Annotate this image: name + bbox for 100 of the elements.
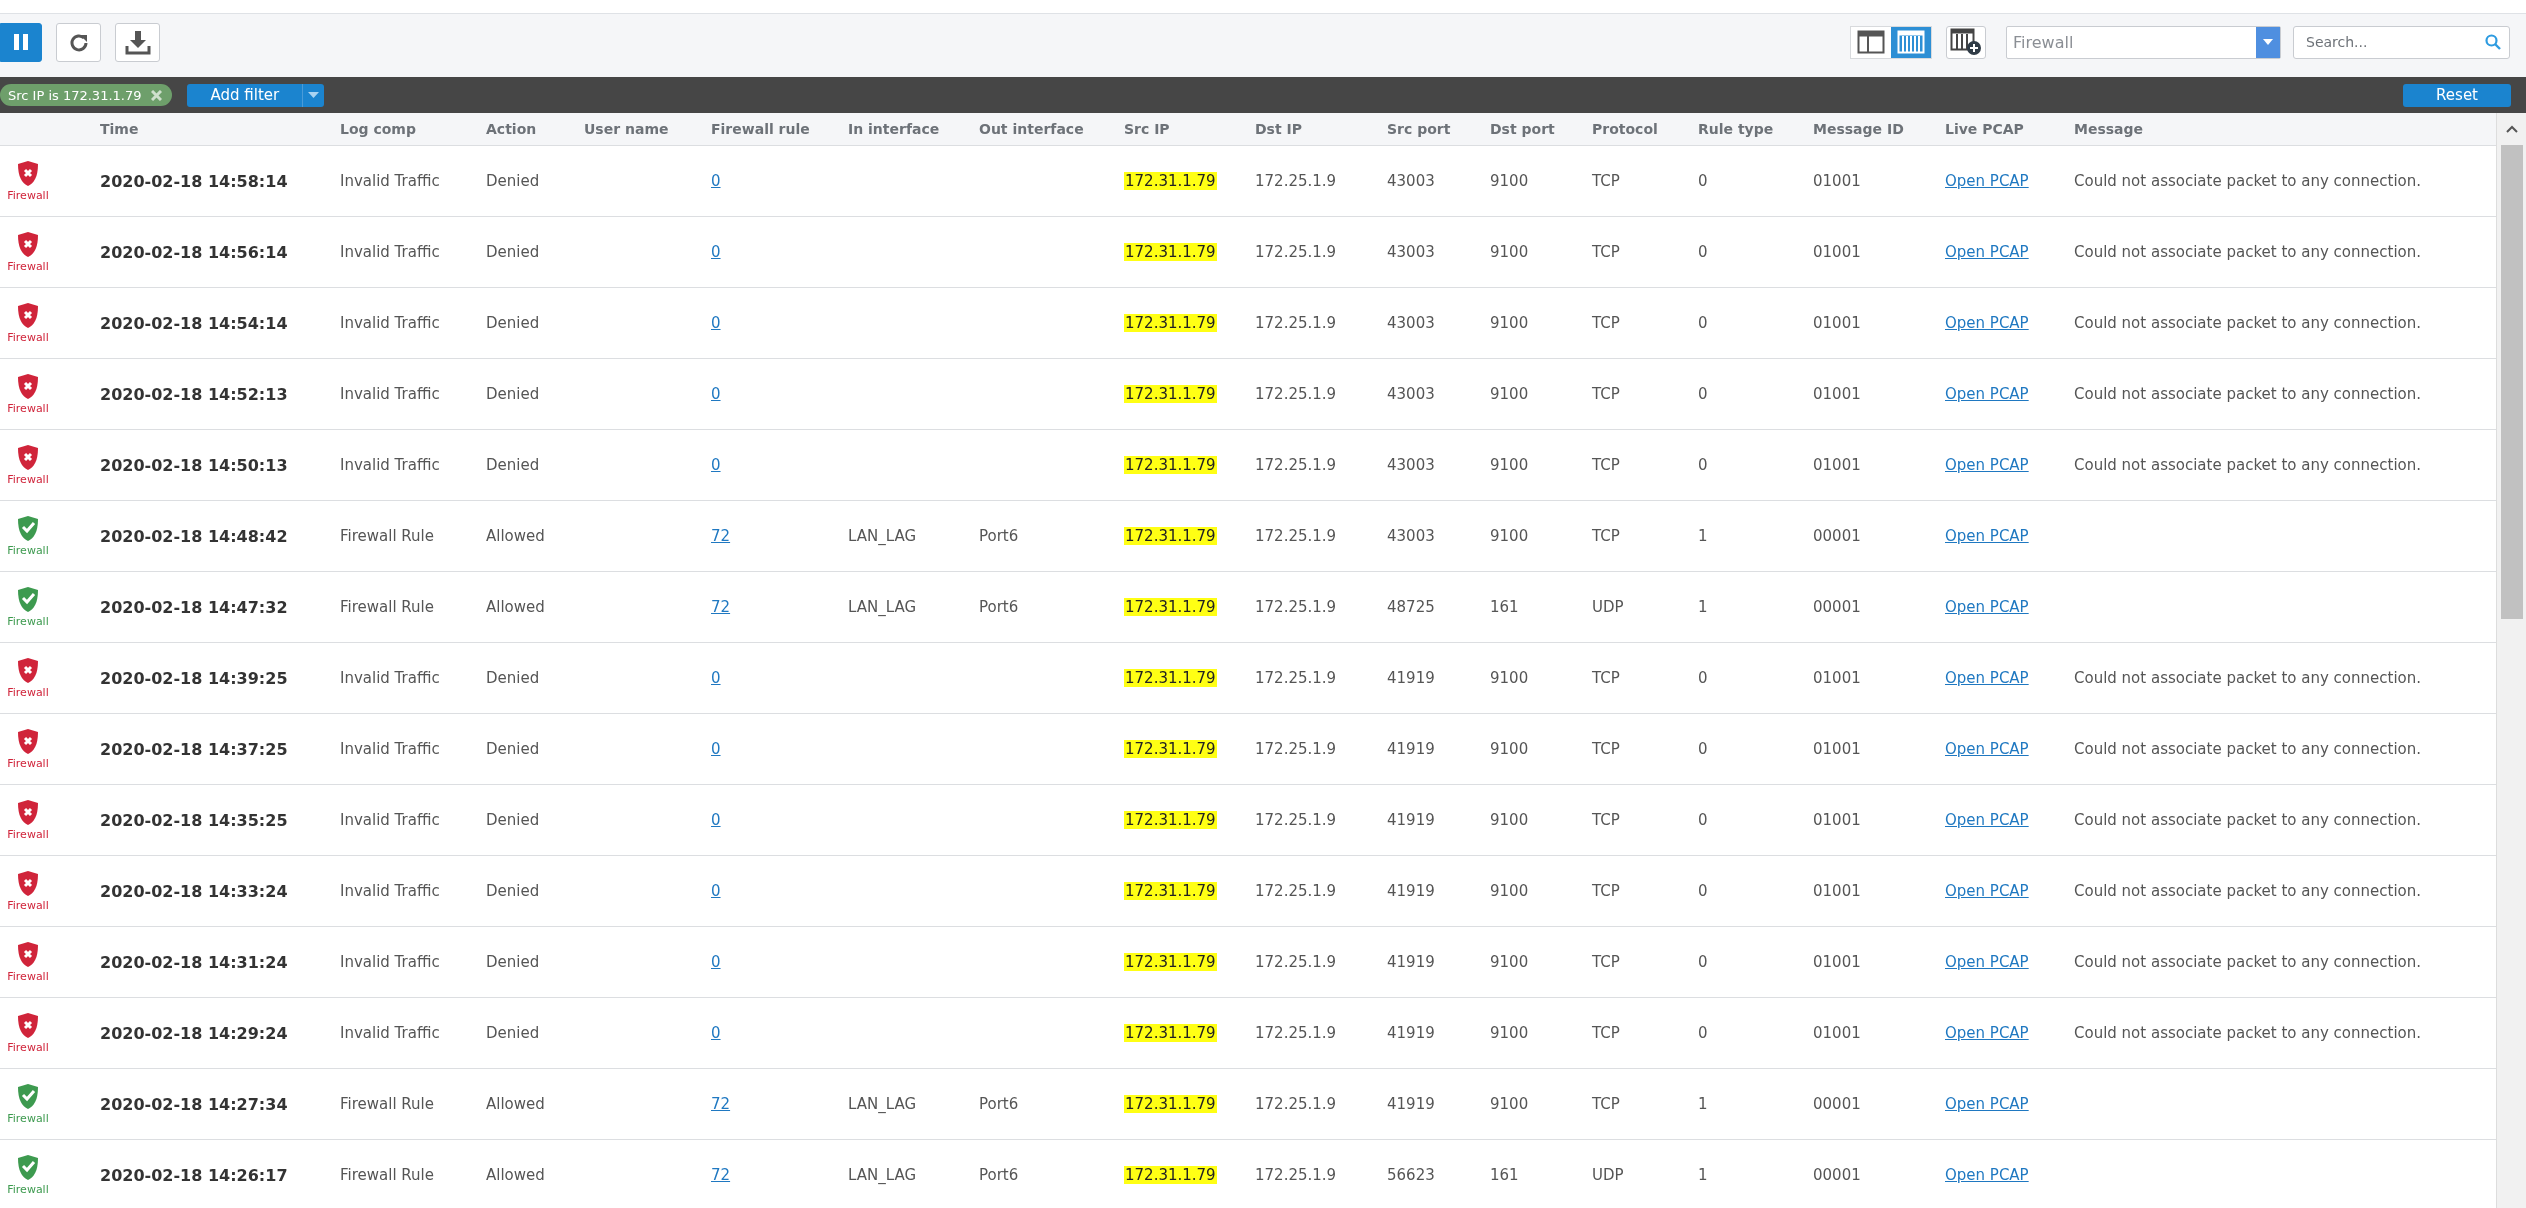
rule-link[interactable]: 72 xyxy=(711,1095,731,1113)
table-cell-text: 9100 xyxy=(1490,456,1530,474)
timestamp: 2020-02-18 14:33:24 xyxy=(100,881,289,901)
rule-link[interactable]: 0 xyxy=(711,243,721,261)
table-cell-text: 9100 xyxy=(1490,385,1530,403)
pcap-link[interactable]: Open PCAP xyxy=(1945,456,2029,474)
rule-link[interactable]: 0 xyxy=(711,314,721,332)
column-header: Dst port xyxy=(1490,121,1556,137)
refresh-button[interactable] xyxy=(56,22,101,62)
table-cell-text: TCP xyxy=(1592,314,1621,332)
timestamp: 2020-02-18 14:52:13 xyxy=(100,384,289,404)
table-cell-text: 56623 xyxy=(1387,1166,1436,1184)
table-cell-text: 9100 xyxy=(1490,1095,1530,1113)
rule-link[interactable]: 0 xyxy=(711,385,721,403)
rule-link[interactable]: 0 xyxy=(711,811,721,829)
pause-button[interactable] xyxy=(0,22,42,62)
rule-link[interactable]: 72 xyxy=(711,598,731,616)
rule-link[interactable]: 0 xyxy=(711,1024,721,1042)
table-cell-text: 0 xyxy=(1698,882,1709,900)
view-toggle[interactable] xyxy=(1891,26,1931,58)
pcap-link[interactable]: Open PCAP xyxy=(1945,1166,2029,1184)
rule-link[interactable]: 0 xyxy=(711,669,721,687)
table-cell-text: Firewall Rule xyxy=(340,1095,435,1113)
table-cell-text: 01001 xyxy=(1813,456,1862,474)
timestamp: 2020-02-18 14:37:25 xyxy=(100,739,289,759)
table-cell-text: 41919 xyxy=(1387,811,1436,829)
timestamp: 2020-02-18 14:27:34 xyxy=(100,1094,289,1114)
table-cell-text: 0 xyxy=(1698,172,1709,190)
table-cell-text: 0 xyxy=(1698,243,1709,261)
table-cell-text: Port6 xyxy=(979,527,1020,545)
table-cell-text: Allowed xyxy=(486,1166,546,1184)
rule-link[interactable]: 0 xyxy=(711,740,721,758)
column-header: Firewall rule xyxy=(711,121,811,137)
table-cell-text: TCP xyxy=(1592,1095,1621,1113)
pcap-link[interactable]: Open PCAP xyxy=(1945,953,2029,971)
table-cell-text: 43003 xyxy=(1387,314,1436,332)
timestamp: 2020-02-18 14:48:42 xyxy=(100,526,289,546)
table-cell-text: 43003 xyxy=(1387,172,1436,190)
table-cell-text: LAN_LAG xyxy=(848,527,917,545)
table-cell-text: Could not associate packet to any connection. xyxy=(2074,811,2422,829)
table-cell-text: 9100 xyxy=(1490,243,1530,261)
pcap-link[interactable]: Open PCAP xyxy=(1945,172,2029,190)
table-cell-text: 172.25.1.9 xyxy=(1255,882,1338,900)
table-cell-text: 43003 xyxy=(1387,243,1436,261)
rule-link[interactable]: 72 xyxy=(711,1166,731,1184)
table-cell-text: 172.25.1.9 xyxy=(1255,811,1338,829)
source-label: Firewall xyxy=(7,402,49,415)
table-cell-text: 0 xyxy=(1698,456,1709,474)
pcap-link[interactable]: Open PCAP xyxy=(1945,811,2029,829)
caret-icon xyxy=(308,92,320,98)
timestamp: 2020-02-18 14:50:13 xyxy=(100,455,289,475)
table-cell-text: 1 xyxy=(1698,1166,1709,1184)
table-cell-text: Allowed xyxy=(486,1095,546,1113)
column-header: Src port xyxy=(1387,121,1452,137)
table-cell-text: Could not associate packet to any connection. xyxy=(2074,882,2422,900)
rule-link[interactable]: 0 xyxy=(711,172,721,190)
table-cell-text: 9100 xyxy=(1490,172,1530,190)
table-cell-text: Invalid Traffic xyxy=(340,740,441,758)
rule-link[interactable]: 0 xyxy=(711,953,721,971)
rule-link[interactable]: 0 xyxy=(711,456,721,474)
column-header: Log comp xyxy=(340,121,417,137)
scrollbar-thumb[interactable] xyxy=(2501,145,2523,619)
reset-button[interactable]: Reset xyxy=(2403,83,2511,107)
scrollbar[interactable] xyxy=(2496,113,2526,1208)
table-cell-text: Firewall Rule xyxy=(340,1166,435,1184)
table-cell-text: LAN_LAG xyxy=(848,1166,917,1184)
rule-link[interactable]: 72 xyxy=(711,527,731,545)
table-cell-text: 01001 xyxy=(1813,1024,1862,1042)
table-cell-text: Port6 xyxy=(979,598,1020,616)
pcap-link[interactable]: Open PCAP xyxy=(1945,1095,2029,1113)
table-cell-text: Could not associate packet to any connection. xyxy=(2074,740,2422,758)
pcap-link[interactable]: Open PCAP xyxy=(1945,527,2029,545)
source-label: Firewall xyxy=(7,189,49,202)
pcap-link[interactable]: Open PCAP xyxy=(1945,314,2029,332)
table-cell-text: Firewall Rule xyxy=(340,527,435,545)
view-toggle[interactable] xyxy=(1851,26,1891,58)
table-cell-text: Invalid Traffic xyxy=(340,243,441,261)
pcap-link[interactable]: Open PCAP xyxy=(1945,740,2029,758)
source-label: Firewall xyxy=(7,331,49,344)
pcap-link[interactable]: Open PCAP xyxy=(1945,385,2029,403)
pcap-link[interactable]: Open PCAP xyxy=(1945,669,2029,687)
table-cell-text: Could not associate packet to any connection. xyxy=(2074,1024,2422,1042)
table-cell-text: Invalid Traffic xyxy=(340,1024,441,1042)
pcap-link[interactable]: Open PCAP xyxy=(1945,598,2029,616)
download-button[interactable] xyxy=(115,22,160,62)
add-column-button[interactable] xyxy=(1946,25,1986,59)
scroll-up-icon[interactable] xyxy=(2505,125,2518,133)
pcap-link[interactable]: Open PCAP xyxy=(1945,1024,2029,1042)
search-field[interactable]: Search... xyxy=(2293,25,2510,59)
column-header: Live PCAP xyxy=(1945,121,2025,137)
log-type-dropdown[interactable]: Firewall xyxy=(2006,25,2281,59)
caret-icon xyxy=(2263,39,2273,45)
rule-link[interactable]: 0 xyxy=(711,882,721,900)
source-label: Firewall xyxy=(7,686,49,699)
timestamp: 2020-02-18 14:54:14 xyxy=(100,313,289,333)
pcap-link[interactable]: Open PCAP xyxy=(1945,882,2029,900)
filter-chip[interactable]: Src IP is 172.31.1.79 xyxy=(0,84,173,106)
pcap-link[interactable]: Open PCAP xyxy=(1945,243,2029,261)
table-cell-text: Port6 xyxy=(979,1095,1020,1113)
columns-icon xyxy=(1897,30,1925,54)
